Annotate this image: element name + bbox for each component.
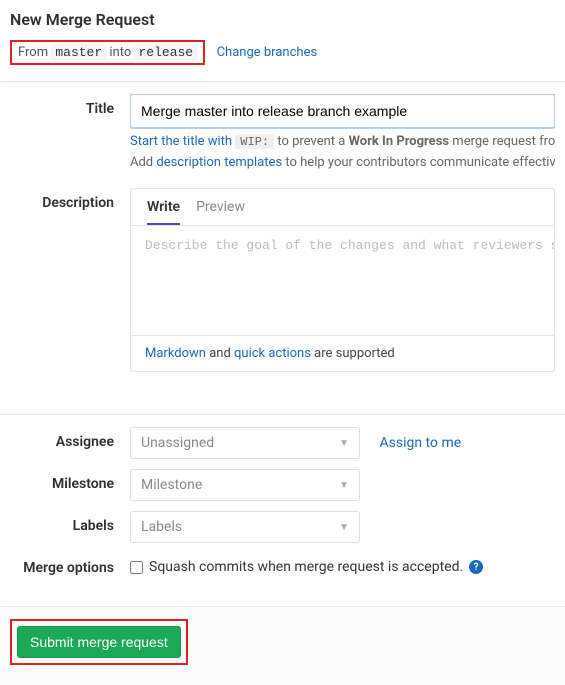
divider — [0, 414, 565, 415]
help-icon[interactable]: ? — [469, 560, 483, 574]
desc-templates-link[interactable]: description templates — [156, 155, 282, 170]
assign-to-me-link[interactable]: Assign to me — [379, 435, 461, 451]
change-branches-link[interactable]: Change branches — [217, 45, 318, 60]
milestone-label: Milestone — [10, 469, 130, 501]
labels-row: Labels Labels ▼ — [0, 511, 565, 543]
page-title: New Merge Request — [0, 0, 565, 37]
title-hint-templates: Add description templates to help your c… — [130, 155, 555, 170]
labels-label: Labels — [10, 511, 130, 543]
labels-value: Labels — [141, 519, 182, 535]
merge-options-label: Merge options — [10, 553, 130, 576]
assignee-value: Unassigned — [141, 435, 214, 451]
title-hint-wip: Start the title with WIP: to prevent a W… — [130, 134, 555, 149]
assignee-label: Assignee — [10, 427, 130, 459]
wip-hint-mid: to prevent a — [274, 134, 348, 149]
description-tabs: Write Preview — [131, 189, 554, 225]
footer-tail: are supported — [311, 346, 395, 361]
milestone-select[interactable]: Milestone ▼ — [130, 469, 360, 501]
wip-hint-tail: merge request from be — [449, 134, 555, 149]
tab-preview[interactable]: Preview — [196, 199, 245, 225]
branch-into-text: into — [106, 45, 134, 60]
milestone-row: Milestone Milestone ▼ — [0, 469, 565, 501]
footer-and: and — [206, 346, 234, 361]
submit-area: Submit merge request — [0, 606, 565, 685]
wip-code: WIP: — [235, 134, 274, 149]
description-label: Description — [10, 188, 130, 372]
markdown-link[interactable]: Markdown — [145, 346, 206, 361]
branch-from-text: From — [18, 45, 51, 60]
wip-bold: Work In Progress — [349, 134, 450, 149]
description-row: Description Write Preview Describe the g… — [0, 188, 565, 372]
labels-select[interactable]: Labels ▼ — [130, 511, 360, 543]
chevron-down-icon: ▼ — [339, 522, 349, 533]
title-input[interactable] — [130, 94, 555, 128]
wip-hint-link[interactable]: Start the title with — [130, 134, 235, 149]
chevron-down-icon: ▼ — [339, 480, 349, 491]
branch-info: From master into release — [10, 40, 205, 65]
title-row: Title Start the title with WIP: to preve… — [0, 94, 565, 170]
branch-summary-row: From master into release Change branches — [0, 37, 565, 75]
assignee-select[interactable]: Unassigned ▼ — [130, 427, 360, 459]
submit-highlight: Submit merge request — [10, 619, 188, 665]
tpl-hint-pre: Add — [130, 155, 156, 170]
description-textarea[interactable]: Describe the goal of the changes and wha… — [131, 225, 554, 335]
description-footer: Markdown and quick actions are supported — [131, 335, 554, 371]
squash-label: Squash commits when merge request is acc… — [149, 559, 463, 575]
squash-checkbox[interactable] — [130, 561, 143, 574]
merge-options-row: Merge options Squash commits when merge … — [0, 553, 565, 576]
milestone-value: Milestone — [141, 477, 202, 493]
target-branch: release — [135, 44, 198, 61]
divider — [0, 81, 565, 82]
assignee-row: Assignee Unassigned ▼ Assign to me — [0, 427, 565, 459]
tab-write[interactable]: Write — [147, 199, 180, 225]
chevron-down-icon: ▼ — [339, 438, 349, 449]
tpl-hint-post: to help your contributors communicate ef… — [282, 155, 555, 170]
quick-actions-link[interactable]: quick actions — [234, 346, 311, 361]
title-label: Title — [10, 94, 130, 170]
source-branch: master — [51, 44, 106, 61]
description-editor: Write Preview Describe the goal of the c… — [130, 188, 555, 372]
submit-merge-request-button[interactable]: Submit merge request — [17, 626, 181, 658]
